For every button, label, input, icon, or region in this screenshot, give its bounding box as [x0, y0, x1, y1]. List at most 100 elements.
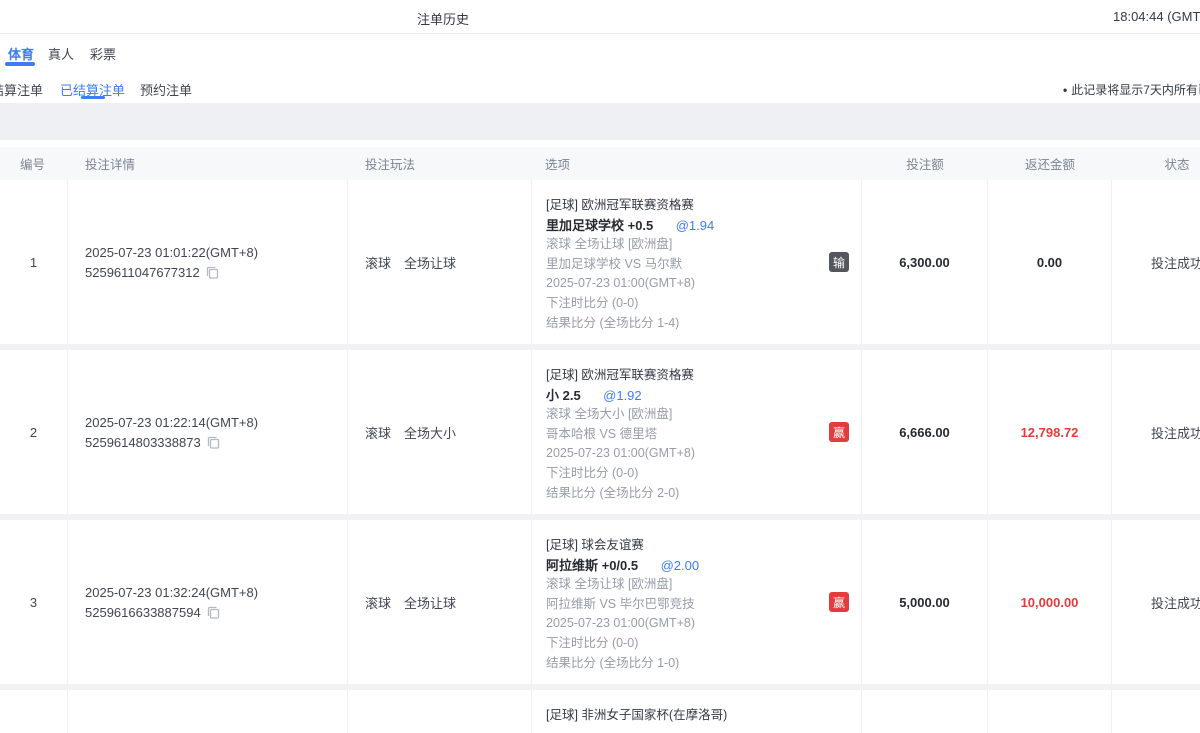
match-time: 2025-07-23 01:00(GMT+8) [546, 274, 821, 294]
table-row: 1 2025-07-23 01:01:22(GMT+8) 52596110476… [0, 180, 1200, 344]
stake-amount [862, 690, 988, 733]
header-stake: 投注额 [862, 147, 988, 180]
bet-time: 2025-07-23 01:32:24(GMT+8) [85, 585, 347, 600]
play-type: 滚球 [365, 253, 391, 272]
table-header-row: 编号 投注详情 投注玩法 选项 投注额 返还金额 状态 [0, 147, 1200, 180]
market-info: 滚球 全场大小 [欧洲盘] [546, 405, 821, 425]
bet-table: 编号 投注详情 投注玩法 选项 投注额 返还金额 状态 1 2025-07-23… [0, 147, 1200, 733]
header-option: 选项 [532, 147, 862, 180]
option-cell: [足球] 球会友谊赛 阿拉维斯 +0/0.5 @2.00 滚球 全场让球 [欧洲… [532, 520, 862, 684]
bet-id-line: 5259614803338873 [85, 435, 347, 450]
option-cell: [足球] 欧洲冠军联赛资格赛 小 2.5 @1.92 滚球 全场大小 [欧洲盘]… [532, 350, 862, 514]
outcome-badge-win: 赢 [829, 592, 849, 612]
pick-selection: 里加足球学校 +0.5 [546, 218, 653, 233]
row-number [0, 690, 68, 733]
header-detail: 投注详情 [68, 147, 348, 180]
bet-id-line: 5259611047677312 [85, 265, 347, 280]
row-number: 2 [0, 350, 68, 514]
header-play: 投注玩法 [348, 147, 532, 180]
tab-lottery[interactable]: 彩票 [90, 44, 116, 63]
stake-amount: 5,000.00 [862, 520, 988, 684]
outcome-badge-win: 赢 [829, 422, 849, 442]
market-info: 滚球 全场让球 [欧洲盘] [546, 235, 821, 255]
notice-text: 此记录将显示7天内所有已派彩的 [1071, 83, 1200, 97]
tab-live[interactable]: 真人 [48, 44, 74, 63]
match-teams: 阿拉维斯 VS 毕尔巴鄂竞技 [546, 595, 821, 615]
result-score: 结果比分 (全场比分 1-0) [546, 654, 821, 674]
subtab-unsettled[interactable]: 未结算注单 [0, 80, 43, 99]
league-name: [足球] 欧洲冠军联赛资格赛 [546, 366, 821, 386]
league-name: [足球] 欧洲冠军联赛资格赛 [546, 196, 821, 216]
bet-status: 投注成功 [1112, 180, 1200, 344]
copy-icon[interactable] [206, 266, 219, 279]
table-row: 2 2025-07-23 01:22:14(GMT+8) 52596148033… [0, 350, 1200, 514]
bet-id-line: 5259616633887594 [85, 605, 347, 620]
play-type: 滚球 [365, 593, 391, 612]
market-info: 滚球 全场让球 [欧洲盘] [546, 575, 821, 595]
copy-icon[interactable] [207, 436, 220, 449]
odds-value: @1.92 [603, 388, 642, 403]
active-tab-underline [5, 62, 35, 66]
score-at-bet: 下注时比分 (0-0) [546, 294, 821, 314]
bet-id: 5259611047677312 [85, 265, 200, 280]
play-name: 全场让球 [404, 593, 456, 612]
play-name: 全场让球 [404, 253, 456, 272]
option-cell: [足球] 非洲女子国家杯(在摩洛哥) [532, 690, 862, 733]
row-number: 3 [0, 520, 68, 684]
odds-value: @2.00 [661, 558, 700, 573]
match-teams: 哥本哈根 VS 德里塔 [546, 425, 821, 445]
result-score: 结果比分 (全场比分 2-0) [546, 484, 821, 504]
play-type: 滚球 [365, 423, 391, 442]
active-subtab-underline [81, 96, 105, 99]
stake-amount: 6,300.00 [862, 180, 988, 344]
play-name: 全场大小 [404, 423, 456, 442]
clock-time: 18:04:44 (GMT+8) [1113, 9, 1200, 24]
header-payout: 返还金额 [988, 147, 1112, 180]
play-type-cell [348, 690, 532, 733]
records-notice: • 此记录将显示7天内所有已派彩的 [1063, 81, 1200, 98]
play-type-cell: 滚球 全场大小 [348, 350, 532, 514]
filter-bar: 今天 昨天 7天内 30天内 提前结算 ✓ 默认排序 ⇅ 2025/07/19-… [0, 103, 1200, 140]
payout-amount: 10,000.00 [988, 520, 1112, 684]
table-row-partial: [足球] 非洲女子国家杯(在摩洛哥) [0, 690, 1200, 733]
payout-amount [988, 690, 1112, 733]
match-time: 2025-07-23 01:00(GMT+8) [546, 444, 821, 464]
outcome-badge-lose: 输 [829, 252, 849, 272]
payout-amount: 0.00 [988, 180, 1112, 344]
match-teams: 里加足球学校 VS 马尔默 [546, 255, 821, 275]
bet-status: 投注成功 [1112, 520, 1200, 684]
page-title: 注单历史 [417, 9, 469, 28]
play-type-cell: 滚球 全场让球 [348, 180, 532, 344]
tab-sports[interactable]: 体育 [8, 44, 34, 63]
bet-id: 5259614803338873 [85, 435, 201, 450]
odds-value: @1.94 [676, 218, 715, 233]
score-at-bet: 下注时比分 (0-0) [546, 464, 821, 484]
league-name: [足球] 非洲女子国家杯(在摩洛哥) [546, 706, 821, 726]
copy-icon[interactable] [207, 606, 220, 619]
bet-detail-cell [68, 690, 348, 733]
bet-detail-cell: 2025-07-23 01:01:22(GMT+8) 5259611047677… [68, 180, 348, 344]
payout-amount: 12,798.72 [988, 350, 1112, 514]
bet-detail-cell: 2025-07-23 01:22:14(GMT+8) 5259614803338… [68, 350, 348, 514]
bet-status [1112, 690, 1200, 733]
table-row: 3 2025-07-23 01:32:24(GMT+8) 52596166338… [0, 520, 1200, 684]
score-at-bet: 下注时比分 (0-0) [546, 634, 821, 654]
bet-id: 5259616633887594 [85, 605, 201, 620]
bet-time: 2025-07-23 01:22:14(GMT+8) [85, 415, 347, 430]
league-name: [足球] 球会友谊赛 [546, 536, 821, 556]
top-bar: 注单历史 18:04:44 (GMT+8) [0, 0, 1200, 34]
option-cell: [足球] 欧洲冠军联赛资格赛 里加足球学校 +0.5 @1.94 滚球 全场让球… [532, 180, 862, 344]
header-status: 状态 [1112, 147, 1200, 180]
bet-detail-cell: 2025-07-23 01:32:24(GMT+8) 5259616633887… [68, 520, 348, 684]
bet-time: 2025-07-23 01:01:22(GMT+8) [85, 245, 347, 260]
row-number: 1 [0, 180, 68, 344]
stake-amount: 6,666.00 [862, 350, 988, 514]
header-no: 编号 [0, 147, 68, 180]
pick-selection: 小 2.5 [546, 388, 581, 403]
subtab-scheduled[interactable]: 预约注单 [140, 80, 192, 99]
bet-status: 投注成功 [1112, 350, 1200, 514]
play-type-cell: 滚球 全场让球 [348, 520, 532, 684]
result-score: 结果比分 (全场比分 1-4) [546, 314, 821, 334]
pick-selection: 阿拉维斯 +0/0.5 [546, 558, 638, 573]
notice-bullet: • [1063, 83, 1067, 97]
